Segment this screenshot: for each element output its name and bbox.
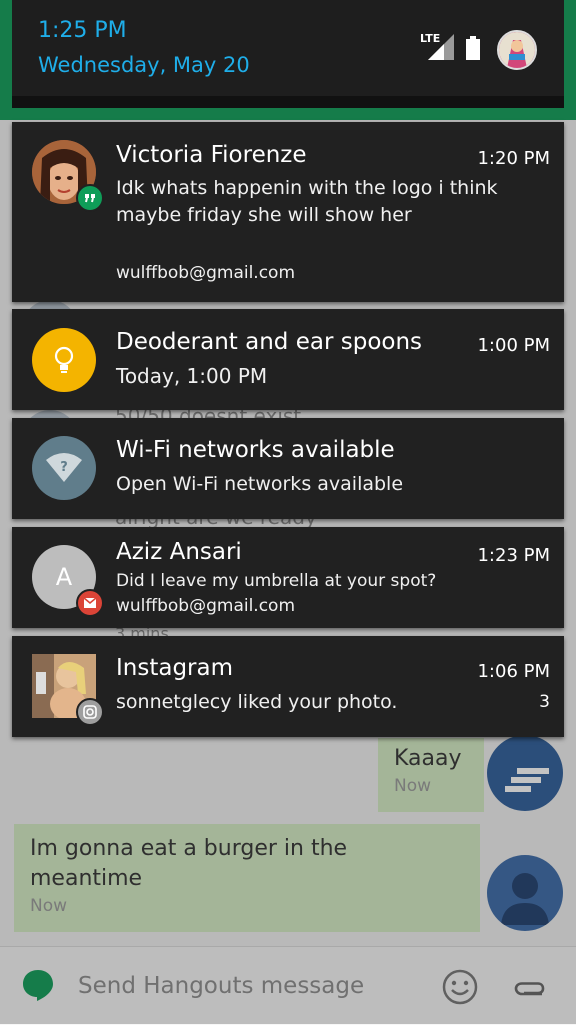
notification-wifi[interactable]: ? Wi-Fi networks available Open Wi-Fi ne…: [12, 418, 564, 519]
notification-text: Open Wi-Fi networks available: [116, 473, 404, 495]
notification-title: Instagram: [116, 655, 234, 681]
notification-title: Victoria Fiorenze: [116, 142, 307, 168]
shade-header: 1:25 PM Wednesday, May 20 LTE: [12, 0, 564, 108]
hangouts-badge-icon: [76, 184, 104, 212]
mail-icon: [83, 597, 97, 608]
quote-icon: [85, 194, 95, 203]
svg-text:?: ?: [60, 460, 68, 475]
instagram-badge-icon: [76, 698, 104, 726]
user-avatar[interactable]: [497, 30, 537, 70]
notification-reminder[interactable]: Deoderant and ear spoons 1:00 PM Today, …: [12, 309, 564, 410]
notification-count: 3: [539, 692, 550, 712]
notification-text: Idk whats happenin with the logo i think…: [116, 177, 498, 226]
camera-icon: [83, 705, 97, 719]
notification-time: 1:06 PM: [477, 661, 550, 682]
notification-text: sonnetglecy liked your photo.: [116, 691, 398, 713]
notification-account: wulffbob@gmail.com: [116, 263, 296, 283]
wifi-icon-circle: ?: [32, 436, 96, 500]
user-avatar-image: [499, 32, 535, 68]
date[interactable]: Wednesday, May 20: [38, 53, 250, 77]
notification-text: Today, 1:00 PM: [116, 364, 268, 388]
notification-time: 1:23 PM: [477, 545, 550, 566]
notification-title: Deoderant and ear spoons: [116, 329, 423, 355]
gmail-badge-icon: [76, 589, 104, 617]
notification-text: Did I leave my umbrella at your spot?: [116, 571, 437, 591]
notification-account: wulffbob@gmail.com: [116, 596, 296, 616]
notification-hangouts[interactable]: Victoria Fiorenze 1:20 PM Idk whats happ…: [12, 122, 564, 302]
clock: 1:25 PM: [38, 18, 127, 43]
notification-time: 1:20 PM: [477, 148, 550, 169]
battery-icon: [466, 36, 480, 60]
reminder-icon: [32, 328, 96, 392]
notification-title: Wi-Fi networks available: [116, 437, 395, 463]
shade-divider: [12, 96, 564, 108]
wifi-question-icon: ?: [46, 453, 82, 482]
lightbulb-icon: [54, 346, 74, 373]
notification-gmail[interactable]: A Aziz Ansari 1:23 PM Did I leave my umb…: [12, 527, 564, 628]
notification-title: Aziz Ansari: [116, 539, 242, 565]
notification-time: 1:00 PM: [477, 335, 550, 356]
cell-signal-icon: [428, 34, 454, 60]
notification-instagram[interactable]: Instagram 1:06 PM sonnetglecy liked your…: [12, 636, 564, 737]
